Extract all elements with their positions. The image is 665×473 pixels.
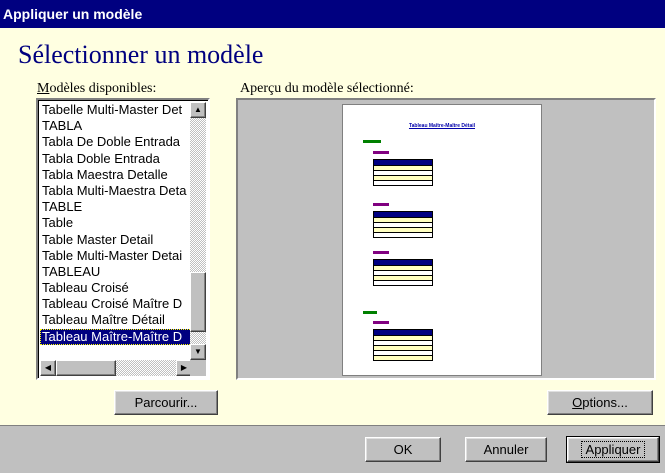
scrollbar-corner: [190, 360, 206, 376]
list-item[interactable]: Tabla De Doble Entrada: [40, 134, 192, 150]
list-item[interactable]: TABLE: [40, 199, 192, 215]
preview-table: [373, 211, 433, 238]
preview-table: [373, 259, 433, 286]
list-item[interactable]: Table Multi-Master Detai: [40, 248, 192, 264]
preview-label: Aperçu du modèle sélectionné:: [240, 81, 414, 96]
scroll-up-button[interactable]: ▲: [190, 102, 206, 118]
list-item[interactable]: Tableau Croisé Maître D: [40, 296, 192, 312]
models-list[interactable]: Tabelle Multi-Master Det TABLA Tabla De Do…: [40, 102, 192, 360]
preview-subsection-marker: [373, 151, 389, 154]
vertical-scrollbar[interactable]: ▲ ▼: [190, 102, 206, 360]
scroll-left-button[interactable]: ◀: [40, 360, 56, 376]
list-item[interactable]: Tabla Doble Entrada: [40, 151, 192, 167]
window-title: Appliquer un modèle: [0, 0, 665, 28]
cancel-button[interactable]: Annuler: [465, 437, 547, 462]
ok-button[interactable]: OK: [365, 437, 441, 462]
browse-button[interactable]: Parcourir...: [114, 390, 218, 415]
list-item[interactable]: Tabelle Multi-Master Det: [40, 102, 192, 118]
list-item[interactable]: Tabla Maestra Detalle: [40, 167, 192, 183]
models-listbox[interactable]: Tabelle Multi-Master Det TABLA Tabla De Do…: [36, 98, 210, 380]
scroll-down-button[interactable]: ▼: [190, 344, 206, 360]
horizontal-scrollbar[interactable]: ◀ ▶: [40, 360, 192, 376]
list-item[interactable]: Tableau Maître-Maître D: [40, 328, 192, 345]
list-item[interactable]: Tableau Maître Détail: [40, 312, 192, 328]
models-label: Modèles disponibles:: [37, 81, 157, 96]
page-title: Sélectionner un modèle: [18, 40, 264, 69]
list-item[interactable]: Tableau Croisé: [40, 280, 192, 296]
preview-subsection-marker: [373, 203, 389, 206]
preview-table: [373, 329, 433, 361]
list-item[interactable]: Table: [40, 215, 192, 231]
vertical-scroll-thumb[interactable]: [190, 272, 206, 332]
horizontal-scroll-thumb[interactable]: [56, 360, 116, 376]
preview-subsection-marker: [373, 251, 389, 254]
preview-page: Tableau Maître-Maître Détail: [342, 104, 542, 376]
template-preview: Tableau Maître-Maître Détail: [236, 98, 656, 380]
preview-subsection-marker: [373, 321, 389, 324]
list-item[interactable]: Table Master Detail: [40, 232, 192, 248]
apply-button[interactable]: Appliquer: [566, 436, 660, 463]
list-item[interactable]: TABLA: [40, 118, 192, 134]
main-panel: Sélectionner un modèle Modèles disponibl…: [0, 28, 665, 426]
preview-section-marker: [363, 140, 381, 143]
preview-table: [373, 159, 433, 186]
options-button[interactable]: Options...: [547, 390, 653, 415]
list-item[interactable]: Tabla Multi-Maestra Deta: [40, 183, 192, 199]
preview-page-title: Tableau Maître-Maître Détail: [408, 123, 476, 129]
preview-section-marker: [363, 311, 377, 314]
list-item[interactable]: TABLEAU: [40, 264, 192, 280]
